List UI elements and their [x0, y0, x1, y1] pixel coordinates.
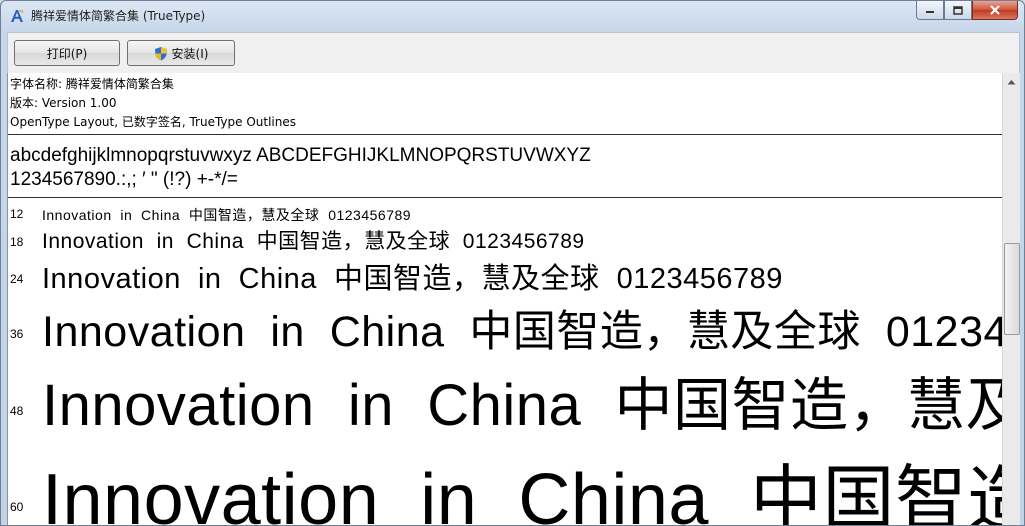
sample-size-label: 18	[10, 235, 24, 249]
font-preview-area: 字体名称: 腾祥爱情体简繁合集 版本: Version 1.00 OpenTyp…	[7, 73, 1002, 525]
charset-symbols: 1234567890.:,; ′ " (!?) +-*/=	[10, 169, 238, 190]
close-button[interactable]	[972, 1, 1018, 20]
print-button[interactable]: 打印(P)	[14, 40, 120, 66]
sample-text: Innovation in China 中国智造，慧及全球 0123456789	[42, 308, 1002, 356]
font-format: OpenType Layout, 已数字签名, TrueType Outline…	[10, 115, 297, 129]
font-info: 字体名称: 腾祥爱情体简繁合集 版本: Version 1.00 OpenTyp…	[10, 75, 296, 132]
divider	[8, 134, 1002, 135]
print-button-label: 打印(P)	[46, 46, 88, 61]
sample-size-label: 60	[10, 500, 24, 514]
sample-size-label: 24	[10, 272, 24, 286]
sample-text: Innovation in China 中国智造，慧及全球 0123456789	[42, 230, 585, 253]
sample-size-label: 12	[10, 207, 24, 221]
scroll-up-icon	[1007, 79, 1016, 84]
title-bar[interactable]: 腾祥爱情体简繁合集 (TrueType)	[1, 1, 1024, 31]
shield-icon	[154, 46, 167, 60]
sample-text: Innovation in China 中国智造，慧及全球 0123456789	[42, 207, 412, 223]
sample-text: Innovation in China 中国智造，慧及全球 0123456789	[42, 373, 1002, 438]
close-icon	[990, 5, 1000, 15]
font-viewer-window: 腾祥爱情体简繁合集 (TrueType) 打印(P) 安装(I) 字体名称: 腾…	[0, 0, 1025, 526]
vertical-scrollbar[interactable]	[1002, 73, 1020, 525]
minimize-icon	[926, 11, 934, 13]
charset-letters: abcdefghijklmnopqrstuvwxyz ABCDEFGHIJKLM…	[10, 145, 591, 166]
maximize-icon	[953, 5, 963, 15]
sample-text: Innovation in China 中国智造，慧及全球 0123456789	[42, 460, 1002, 525]
scrollbar-thumb[interactable]	[1004, 243, 1020, 335]
font-app-icon	[11, 10, 24, 22]
minimize-button[interactable]	[916, 1, 944, 20]
divider	[8, 197, 1002, 198]
install-button-label: 安装(I)	[171, 46, 209, 61]
font-name: 字体名称: 腾祥爱情体简繁合集	[10, 77, 174, 91]
font-version: 版本: Version 1.00	[10, 96, 117, 110]
toolbar: 打印(P) 安装(I)	[7, 32, 1020, 74]
sample-size-label: 48	[10, 404, 24, 418]
sample-size-label: 36	[10, 327, 24, 341]
install-button[interactable]: 安装(I)	[127, 40, 235, 66]
sample-text: Innovation in China 中国智造，慧及全球 0123456789	[42, 263, 783, 295]
maximize-button[interactable]	[944, 1, 972, 20]
scroll-up-button[interactable]	[1003, 73, 1020, 90]
window-title: 腾祥爱情体简繁合集 (TrueType)	[31, 9, 206, 23]
character-set: abcdefghijklmnopqrstuvwxyz ABCDEFGHIJKLM…	[10, 144, 591, 192]
